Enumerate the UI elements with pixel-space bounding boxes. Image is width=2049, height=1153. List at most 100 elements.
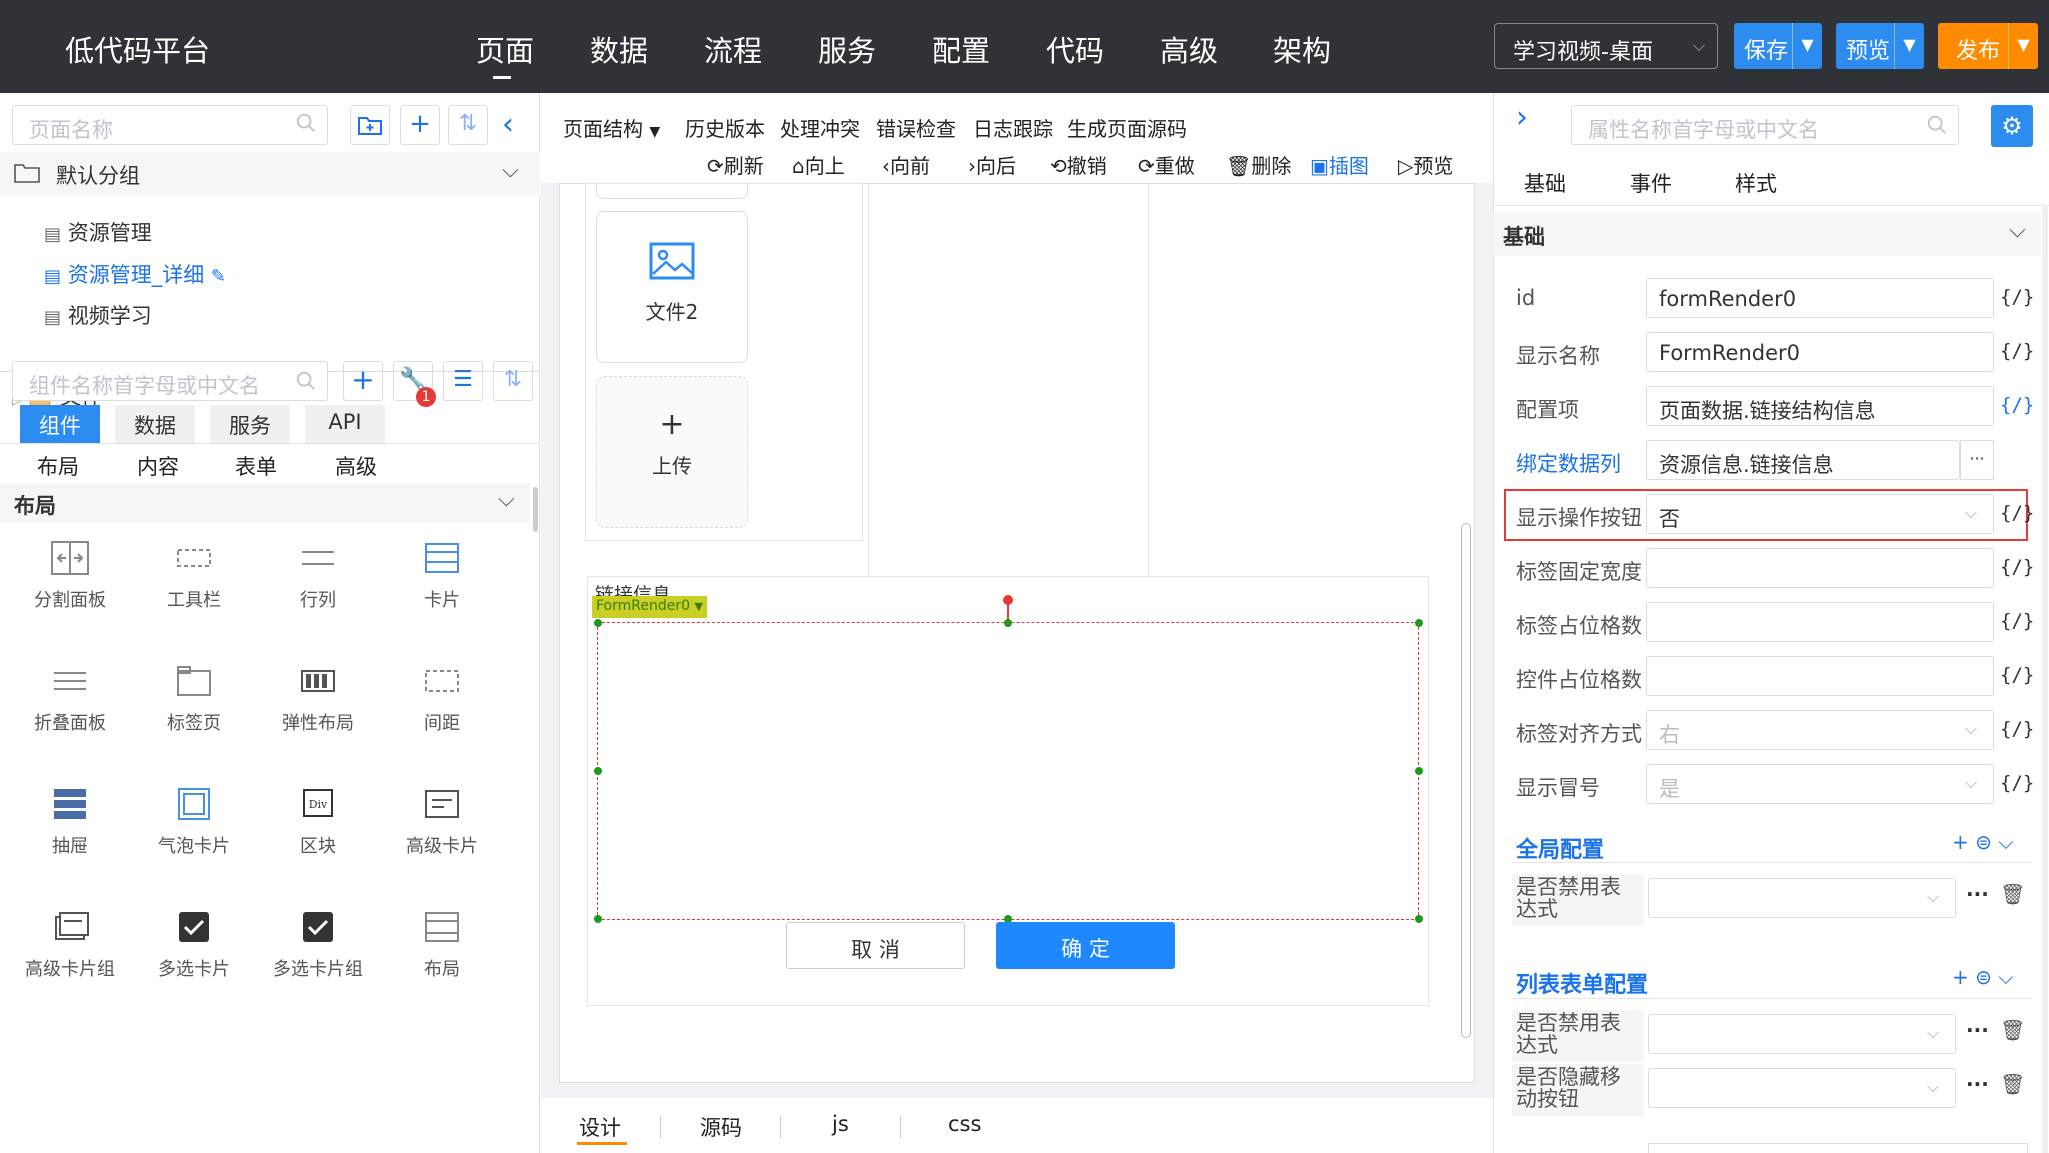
undo-button[interactable]: ⟲撤销 (1050, 150, 1107, 179)
expression-toggle[interactable]: {/} (2000, 286, 2034, 308)
scrollbar[interactable] (533, 487, 538, 532)
cancel-button[interactable]: 取 消 (786, 922, 965, 969)
more-options-button[interactable]: ··· (1960, 440, 1994, 480)
collapse-left-icon[interactable]: ‹ (502, 107, 514, 142)
generate-source-button[interactable]: 生成页面源码 (1067, 113, 1187, 142)
sort-button[interactable]: ⇅ (448, 105, 488, 145)
rotate-handle[interactable] (1003, 595, 1013, 605)
nav-config[interactable]: 配置 (932, 28, 990, 70)
component-layout[interactable]: 布局 (382, 909, 502, 981)
property-search-input[interactable]: 属性名称首字母或中文名 (1571, 105, 1959, 145)
resize-handle[interactable] (1004, 619, 1012, 627)
nav-page[interactable]: 页面 (476, 28, 534, 70)
add-folder-button[interactable] (350, 105, 390, 145)
edit-pencil-icon[interactable]: ✎ (211, 266, 226, 287)
component-checkbox-card-group[interactable]: 多选卡片组 (258, 909, 378, 981)
subtab-form[interactable]: 表单 (235, 451, 277, 481)
tab-design[interactable]: 设计 (579, 1112, 621, 1142)
chevron-down-icon[interactable]: ⌵ (1998, 965, 2013, 989)
tab-css[interactable]: css (948, 1112, 981, 1136)
layout-section-header[interactable]: 布局 ⌵ (0, 483, 530, 523)
upload-card[interactable]: + 上传 (596, 376, 748, 528)
prop-id-input[interactable]: formRender0 (1646, 278, 1994, 318)
up-button[interactable]: ⌂向上 (792, 150, 845, 179)
forward-button[interactable]: ‹向前 (882, 150, 930, 179)
tab-data[interactable]: 数据 (115, 405, 195, 443)
properties-scrollbar[interactable] (2042, 205, 2048, 1153)
prop-control-span-input[interactable] (1646, 656, 1994, 696)
sort-button[interactable]: ⇅ (493, 361, 533, 401)
nav-code[interactable]: 代码 (1046, 28, 1104, 70)
more-options-icon[interactable]: ··· (1966, 1018, 1989, 1042)
nav-architecture[interactable]: 架构 (1273, 28, 1331, 70)
expression-toggle[interactable]: {/} (2000, 718, 2034, 740)
expression-toggle[interactable]: {/} (2000, 340, 2034, 362)
tab-basic[interactable]: 基础 (1524, 168, 1566, 198)
tab-js[interactable]: js (832, 1112, 849, 1136)
tab-components[interactable]: 组件 (20, 405, 100, 443)
insert-image-button[interactable]: ▣插图 (1310, 150, 1369, 179)
component-checkbox-card[interactable]: 多选卡片 (134, 909, 254, 981)
expand-right-icon[interactable]: › (1516, 100, 1528, 135)
list-config-actions[interactable]: + ⊜ ⌵ (1952, 965, 2013, 989)
expression-toggle[interactable]: {/} (2000, 394, 2034, 416)
prop-show-action-buttons-select[interactable]: 否 ⌵ (1646, 494, 1994, 534)
tab-service[interactable]: 服务 (210, 405, 290, 443)
component-advanced-card[interactable]: 高级卡片 (382, 786, 502, 858)
plus-icon[interactable]: + (1952, 965, 1969, 989)
list-circle-icon[interactable]: ⊜ (1975, 965, 1992, 989)
global-config-actions[interactable]: + ⊜ ⌵ (1952, 830, 2013, 854)
caret-down-icon[interactable]: ▼ (1894, 23, 1924, 69)
trash-icon[interactable]: 🗑 (2000, 1072, 2025, 1096)
resolve-conflict-button[interactable]: 处理冲突 (780, 113, 860, 142)
delete-button[interactable]: 🗑删除 (1226, 150, 1291, 179)
selected-component-tag[interactable]: FormRender0 ▼ (592, 596, 707, 618)
expression-toggle[interactable]: {/} (2000, 502, 2034, 524)
page-item[interactable]: ▤ 资源管理 (44, 217, 152, 247)
component-advanced-card-group[interactable]: 高级卡片组 (10, 909, 130, 981)
selected-form-render[interactable] (597, 622, 1419, 920)
add-page-button[interactable]: + (400, 105, 440, 145)
basic-section-header[interactable]: 基础 ⌵ (1493, 212, 2041, 256)
component-spacing[interactable]: 间距 (382, 663, 502, 735)
trash-icon[interactable]: 🗑 (2000, 882, 2025, 906)
preview-button[interactable]: 预览 ▼ (1836, 23, 1924, 69)
component-popover-card[interactable]: 气泡卡片 (134, 786, 254, 858)
component-card[interactable]: 卡片 (382, 540, 502, 612)
prop-label-span-input[interactable] (1646, 602, 1994, 642)
resize-handle[interactable] (594, 767, 602, 775)
subtab-advanced[interactable]: 高级 (335, 451, 377, 481)
tab-styles[interactable]: 样式 (1735, 168, 1777, 198)
tab-source[interactable]: 源码 (700, 1112, 742, 1142)
component-collapse[interactable]: 折叠面板 (10, 663, 130, 735)
resize-handle[interactable] (1415, 767, 1423, 775)
prop-label-width-input[interactable] (1646, 548, 1994, 588)
canvas-scrollbar[interactable] (1461, 523, 1471, 1038)
page-item[interactable]: ▤ 视频学习 (44, 300, 152, 330)
save-button[interactable]: 保存 ▼ (1734, 23, 1822, 69)
back-button[interactable]: ›向后 (968, 150, 1016, 179)
resize-handle[interactable] (1415, 619, 1423, 627)
prop-config-input[interactable]: 页面数据.链接结构信息 (1646, 386, 1994, 426)
component-search-box[interactable]: 组件名称首字母或中文名 (12, 361, 328, 401)
chevron-down-icon[interactable]: ⌵ (1998, 830, 2013, 854)
nav-flow[interactable]: 流程 (704, 28, 762, 70)
prop-show-colon-select[interactable]: 是 ⌵ (1646, 764, 1994, 804)
component-split-panel[interactable]: 分割面板 (10, 540, 130, 612)
nav-advanced[interactable]: 高级 (1160, 28, 1218, 70)
page-structure-menu[interactable]: 页面结构 ▼ (563, 113, 660, 142)
redo-button[interactable]: ⟳重做 (1138, 150, 1195, 179)
nav-service[interactable]: 服务 (818, 28, 876, 70)
page-search-input[interactable]: 页面名称 (12, 105, 328, 145)
component-flex[interactable]: 弹性布局 (258, 663, 378, 735)
log-trace-button[interactable]: 日志跟踪 (973, 113, 1053, 142)
history-version-button[interactable]: 历史版本 (685, 113, 765, 142)
tab-api[interactable]: API (305, 405, 385, 443)
expression-toggle[interactable]: {/} (2000, 664, 2034, 686)
prop-bind-column-input[interactable]: 资源信息.链接信息 (1646, 440, 1960, 480)
expression-toggle[interactable]: {/} (2000, 610, 2034, 632)
refresh-button[interactable]: ⟳刷新 (707, 150, 764, 179)
trash-icon[interactable]: 🗑 (2000, 1018, 2025, 1042)
view-select[interactable]: 学习视频-桌面 ⌵ (1494, 23, 1718, 69)
more-options-icon[interactable]: ··· (1966, 1072, 1989, 1096)
